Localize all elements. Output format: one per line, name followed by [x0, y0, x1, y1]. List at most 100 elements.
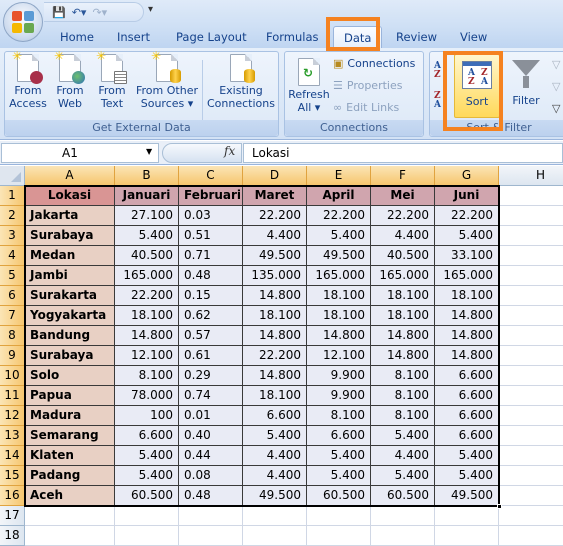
- data-cell[interactable]: 5.400: [307, 446, 371, 466]
- empty-cell[interactable]: [499, 226, 563, 246]
- refresh-all-button[interactable]: ↻ Refresh All ▾: [287, 54, 331, 114]
- data-cell[interactable]: 165.000: [115, 266, 179, 286]
- select-all-button[interactable]: [0, 166, 25, 186]
- data-cell[interactable]: 18.100: [371, 306, 435, 326]
- data-cell[interactable]: 18.100: [371, 286, 435, 306]
- empty-cell[interactable]: [499, 286, 563, 306]
- column-header-b[interactable]: B: [115, 166, 179, 186]
- empty-cell[interactable]: [499, 246, 563, 266]
- tab-review[interactable]: Review: [396, 30, 437, 44]
- data-cell[interactable]: 49.500: [243, 246, 307, 266]
- location-cell[interactable]: Aceh: [25, 486, 115, 506]
- data-cell[interactable]: 12.100: [307, 346, 371, 366]
- location-cell[interactable]: Surakarta: [25, 286, 115, 306]
- empty-cell[interactable]: [499, 446, 563, 466]
- reapply-filter-icon[interactable]: ▽: [552, 80, 560, 93]
- from-access-button[interactable]: ✳ From Access: [9, 50, 47, 111]
- data-cell[interactable]: 5.400: [243, 426, 307, 446]
- data-cell[interactable]: 14.800: [435, 326, 499, 346]
- edit-links-button[interactable]: ∞ Edit Links: [333, 101, 399, 114]
- data-cell[interactable]: 100: [115, 406, 179, 426]
- location-cell[interactable]: Bandung: [25, 326, 115, 346]
- data-cell[interactable]: 18.100: [243, 386, 307, 406]
- empty-cell[interactable]: [499, 466, 563, 486]
- row-header-11[interactable]: 11: [0, 386, 25, 406]
- row-header-9[interactable]: 9: [0, 346, 25, 366]
- location-cell[interactable]: Papua: [25, 386, 115, 406]
- data-cell[interactable]: 0.57: [179, 326, 243, 346]
- data-cell[interactable]: 18.100: [307, 306, 371, 326]
- data-cell[interactable]: 0.03: [179, 206, 243, 226]
- header-cell[interactable]: Januari: [115, 186, 179, 206]
- header-cell[interactable]: Februari: [179, 186, 243, 206]
- formula-input[interactable]: Lokasi: [243, 143, 563, 163]
- tab-data[interactable]: Data: [333, 26, 383, 50]
- data-cell[interactable]: 5.400: [371, 466, 435, 486]
- tab-page-layout[interactable]: Page Layout: [176, 30, 247, 44]
- data-cell[interactable]: 9.900: [307, 386, 371, 406]
- name-box[interactable]: A1: [1, 143, 159, 163]
- sort-button[interactable]: AZ ZA Sort: [454, 54, 500, 118]
- row-header-18[interactable]: 18: [0, 526, 25, 546]
- row-header-1[interactable]: 1: [0, 186, 25, 206]
- redo-icon[interactable]: ↷▾: [92, 6, 107, 19]
- row-header-17[interactable]: 17: [0, 506, 25, 526]
- column-header-g[interactable]: G: [435, 166, 499, 186]
- from-web-button[interactable]: ✳ From Web: [53, 50, 87, 110]
- empty-cell[interactable]: [499, 346, 563, 366]
- empty-cell[interactable]: [25, 526, 115, 546]
- data-cell[interactable]: 14.800: [307, 326, 371, 346]
- data-cell[interactable]: 0.74: [179, 386, 243, 406]
- empty-cell[interactable]: [499, 206, 563, 226]
- tab-home[interactable]: Home: [60, 30, 94, 44]
- empty-cell[interactable]: [499, 526, 563, 546]
- customize-qat-button[interactable]: ▾: [148, 4, 153, 15]
- data-cell[interactable]: 165.000: [371, 266, 435, 286]
- data-cell[interactable]: 165.000: [435, 266, 499, 286]
- empty-cell[interactable]: [435, 506, 499, 526]
- location-cell[interactable]: Klaten: [25, 446, 115, 466]
- empty-cell[interactable]: [499, 486, 563, 506]
- header-cell[interactable]: Maret: [243, 186, 307, 206]
- header-cell[interactable]: Juni: [435, 186, 499, 206]
- data-cell[interactable]: 22.200: [371, 206, 435, 226]
- data-cell[interactable]: 4.400: [371, 446, 435, 466]
- data-cell[interactable]: 14.800: [435, 346, 499, 366]
- row-header-6[interactable]: 6: [0, 286, 25, 306]
- data-cell[interactable]: 14.800: [243, 326, 307, 346]
- empty-cell[interactable]: [179, 506, 243, 526]
- data-cell[interactable]: 0.08: [179, 466, 243, 486]
- empty-cell[interactable]: [499, 326, 563, 346]
- data-cell[interactable]: 8.100: [115, 366, 179, 386]
- empty-cell[interactable]: [499, 426, 563, 446]
- data-cell[interactable]: 0.61: [179, 346, 243, 366]
- row-header-8[interactable]: 8: [0, 326, 25, 346]
- row-header-4[interactable]: 4: [0, 246, 25, 266]
- data-cell[interactable]: 5.400: [435, 446, 499, 466]
- data-cell[interactable]: 14.800: [371, 326, 435, 346]
- data-cell[interactable]: 0.62: [179, 306, 243, 326]
- empty-cell[interactable]: [499, 386, 563, 406]
- advanced-filter-icon[interactable]: ▽: [552, 102, 560, 115]
- data-cell[interactable]: 60.500: [307, 486, 371, 506]
- data-cell[interactable]: 5.400: [307, 226, 371, 246]
- existing-connections-button[interactable]: Existing Connections: [205, 54, 277, 110]
- name-box-dropdown-icon[interactable]: ▼: [146, 147, 152, 156]
- location-cell[interactable]: Yogyakarta: [25, 306, 115, 326]
- data-cell[interactable]: 8.100: [371, 406, 435, 426]
- data-cell[interactable]: 0.48: [179, 266, 243, 286]
- data-cell[interactable]: 78.000: [115, 386, 179, 406]
- location-cell[interactable]: Surabaya: [25, 226, 115, 246]
- data-cell[interactable]: 5.400: [115, 226, 179, 246]
- data-cell[interactable]: 135.000: [243, 266, 307, 286]
- data-cell[interactable]: 0.29: [179, 366, 243, 386]
- sort-z-to-a-button[interactable]: Z A: [434, 90, 446, 114]
- data-cell[interactable]: 27.100: [115, 206, 179, 226]
- insert-function-icon[interactable]: fx: [224, 144, 235, 158]
- data-cell[interactable]: 4.400: [243, 226, 307, 246]
- empty-cell[interactable]: [179, 526, 243, 546]
- data-cell[interactable]: 0.48: [179, 486, 243, 506]
- data-cell[interactable]: 5.400: [115, 466, 179, 486]
- row-header-14[interactable]: 14: [0, 446, 25, 466]
- data-cell[interactable]: 6.600: [435, 366, 499, 386]
